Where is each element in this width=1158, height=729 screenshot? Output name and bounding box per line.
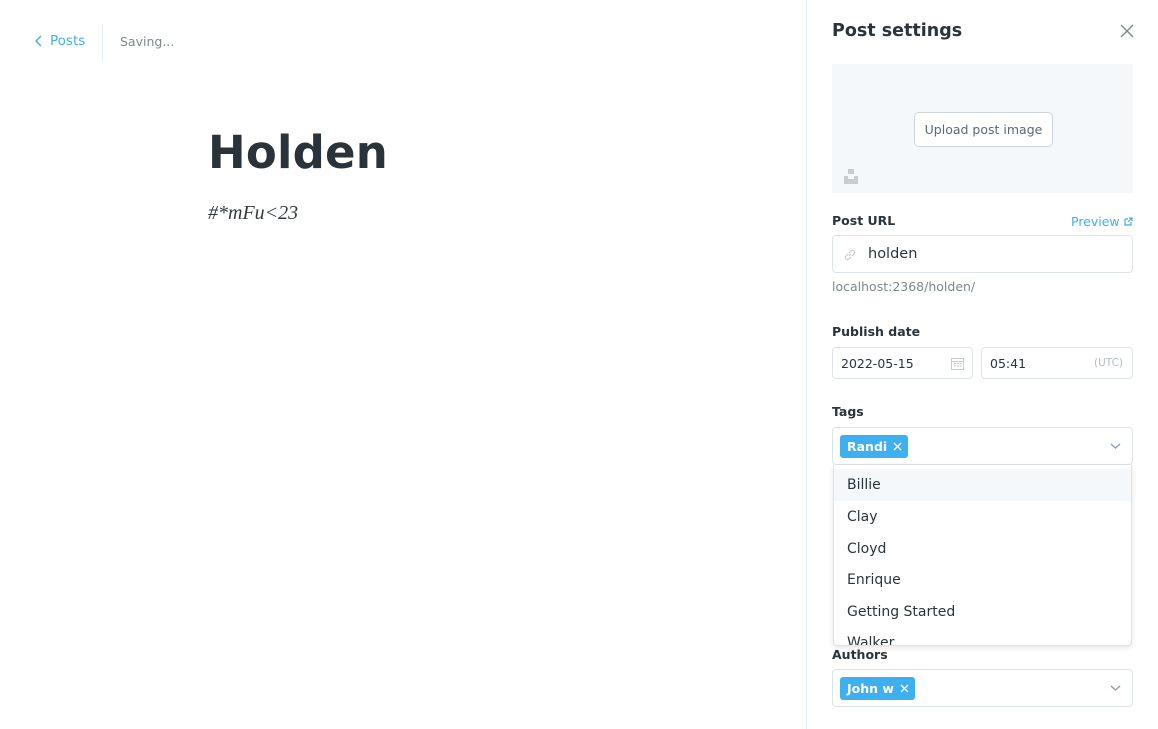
tags-dropdown: Billie Clay Cloyd Enrique Getting Starte… [833, 465, 1132, 646]
chevron-down-icon[interactable] [1110, 684, 1121, 692]
tag-token: Randi [840, 435, 909, 458]
remove-author-icon[interactable] [900, 684, 909, 693]
post-url-value: holden [868, 246, 918, 262]
tag-token-label: Randi [847, 439, 888, 454]
post-url-input[interactable]: holden [832, 235, 1133, 273]
tag-option-cloyd[interactable]: Cloyd [834, 533, 1131, 565]
close-settings-button[interactable] [1118, 22, 1136, 40]
post-settings-menu: Post settings Upload post image Post URL… [806, 0, 1158, 729]
post-body[interactable]: #*mFu<23 [208, 202, 298, 225]
link-icon [844, 249, 856, 261]
post-url-label: Post URL [832, 213, 896, 228]
publish-time-input[interactable]: 05:41 (UTC) [981, 347, 1133, 379]
tags-label: Tags [832, 404, 864, 419]
publish-time-value: 05:41 [990, 356, 1027, 371]
chevron-down-icon[interactable] [1110, 442, 1121, 450]
external-link-icon [1124, 217, 1133, 226]
calendar-icon [951, 358, 964, 370]
editor-pane: Posts Saving... Holden #*mFu<23 [0, 0, 806, 729]
tags-input[interactable]: Randi [832, 427, 1133, 465]
publish-date-input[interactable]: 2022-05-15 [832, 347, 973, 379]
tag-option-enrique[interactable]: Enrique [834, 564, 1131, 596]
topbar-divider [102, 24, 103, 61]
post-url-hint: localhost:2368/holden/ [832, 279, 976, 294]
save-status: Saving... [120, 34, 175, 49]
back-link-label: Posts [50, 33, 86, 49]
close-icon [1120, 24, 1134, 38]
tag-option-billie[interactable]: Billie [834, 469, 1131, 501]
back-to-posts-link[interactable]: Posts [34, 33, 85, 49]
post-title[interactable]: Holden [208, 128, 388, 178]
publish-date-value: 2022-05-15 [841, 356, 914, 371]
publish-date-label: Publish date [832, 324, 921, 339]
upload-post-image-button[interactable]: Upload post image [914, 112, 1053, 147]
authors-label: Authors [832, 647, 888, 662]
author-token-label: John w [847, 681, 894, 696]
unsplash-icon[interactable] [844, 169, 858, 184]
post-image-uploader: Upload post image [832, 64, 1133, 193]
author-token: John w [840, 677, 915, 700]
tag-option-walker[interactable]: Walker [834, 627, 1131, 645]
preview-label: Preview [1071, 214, 1120, 229]
authors-input[interactable]: John w [832, 669, 1133, 707]
preview-link[interactable]: Preview [1071, 214, 1133, 229]
settings-title: Post settings [832, 21, 963, 41]
remove-tag-icon[interactable] [893, 442, 902, 451]
timezone-label: (UTC) [1094, 357, 1124, 369]
tag-option-getting-started[interactable]: Getting Started [834, 596, 1131, 628]
chevron-left-icon [35, 35, 42, 47]
tag-option-clay[interactable]: Clay [834, 501, 1131, 533]
editor-topbar: Posts Saving... [0, 0, 806, 84]
